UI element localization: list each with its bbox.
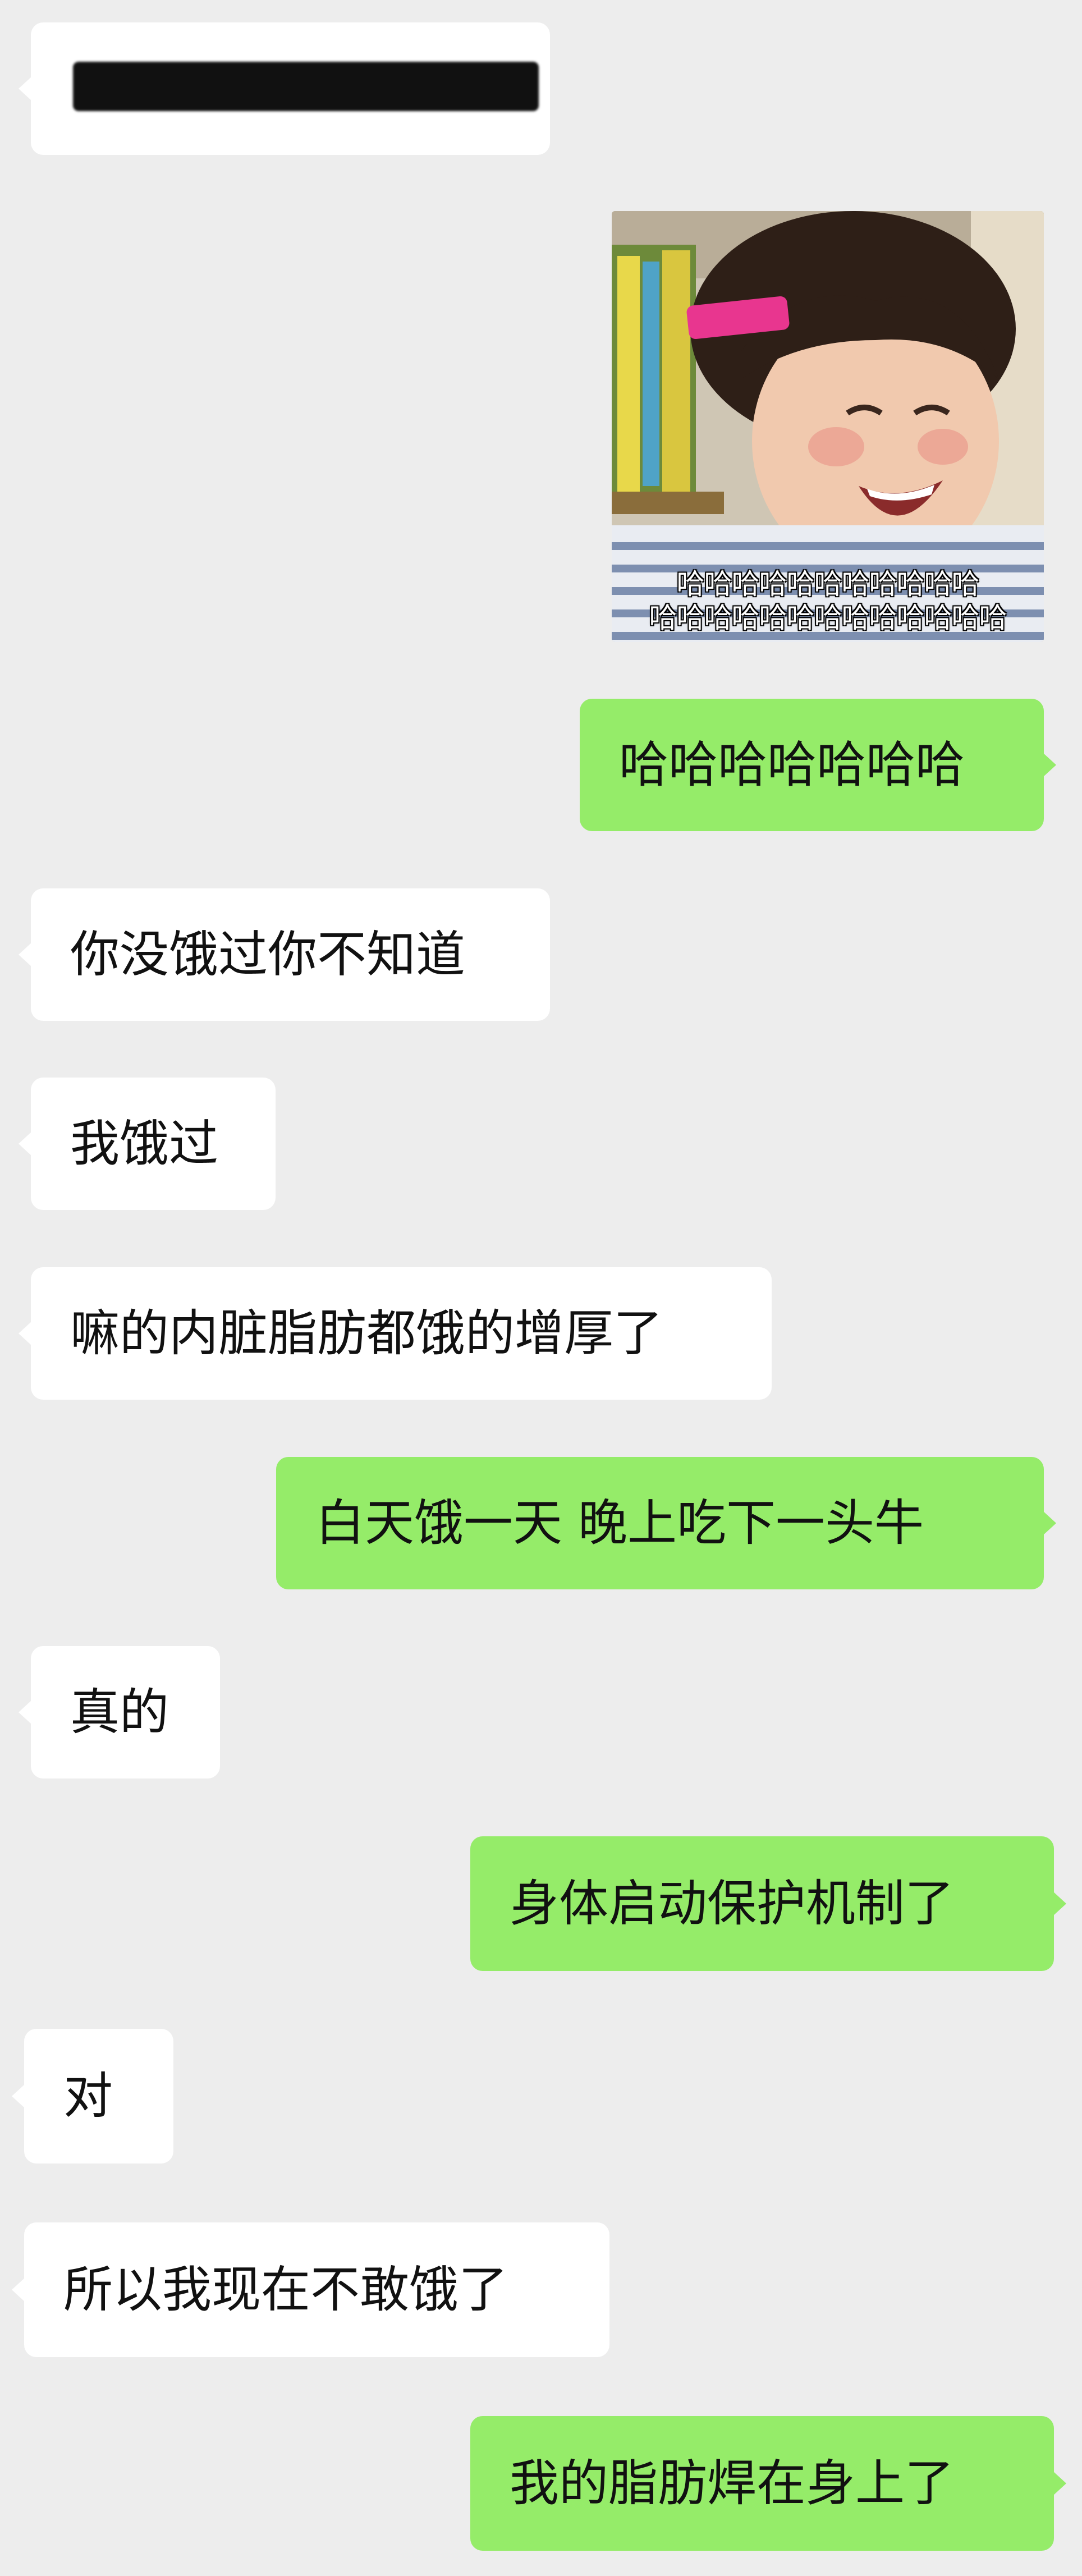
message-text: 哈哈哈哈哈哈哈	[619, 736, 965, 794]
message-text: 你没饿过你不知道	[70, 925, 466, 983]
outgoing-message[interactable]: 我的脂肪焊在身上了	[470, 2416, 1066, 2551]
incoming-message[interactable]: 嘛的内脏脂肪都饿的增厚了	[19, 1267, 772, 1400]
incoming-message-redacted[interactable]	[19, 22, 550, 155]
outgoing-message[interactable]: 白天饿一天 晚上吃下一头牛	[276, 1457, 1056, 1589]
sticker-caption-line-2: 哈哈哈哈哈哈哈哈哈哈哈哈哈	[649, 602, 1007, 634]
chat-message-list: 哈哈哈哈哈哈哈哈哈哈哈 哈哈哈哈哈哈哈哈哈哈哈哈哈 哈哈哈哈哈哈哈 你没饿过你不…	[0, 0, 1082, 2576]
message-text: 嘛的内脏脂肪都饿的增厚了	[70, 1304, 663, 1362]
message-text: 所以我现在不敢饿了	[63, 2261, 508, 2318]
sticker-caption-line-1: 哈哈哈哈哈哈哈哈哈哈哈	[676, 568, 980, 601]
message-text: 白天饿一天 晚上吃下一头牛	[315, 1494, 924, 1552]
outgoing-message[interactable]: 身体启动保护机制了	[470, 1836, 1066, 1971]
redaction-bar	[73, 62, 539, 111]
incoming-message[interactable]: 你没饿过你不知道	[19, 888, 550, 1021]
message-text: 我饿过	[70, 1115, 219, 1172]
sticker-image-laughing-child[interactable]: 哈哈哈哈哈哈哈哈哈哈哈 哈哈哈哈哈哈哈哈哈哈哈哈哈	[612, 211, 1044, 642]
outgoing-message[interactable]: 哈哈哈哈哈哈哈	[580, 699, 1056, 831]
incoming-message[interactable]: 真的	[19, 1646, 220, 1779]
message-text: 我的脂肪焊在身上了	[510, 2454, 955, 2512]
message-text: 对	[63, 2067, 113, 2125]
message-text: 真的	[70, 1683, 169, 1741]
incoming-message[interactable]: 对	[12, 2029, 173, 2164]
message-text: 身体启动保护机制了	[510, 1874, 955, 1932]
incoming-message[interactable]: 所以我现在不敢饿了	[12, 2222, 609, 2357]
incoming-message[interactable]: 我饿过	[19, 1078, 276, 1210]
